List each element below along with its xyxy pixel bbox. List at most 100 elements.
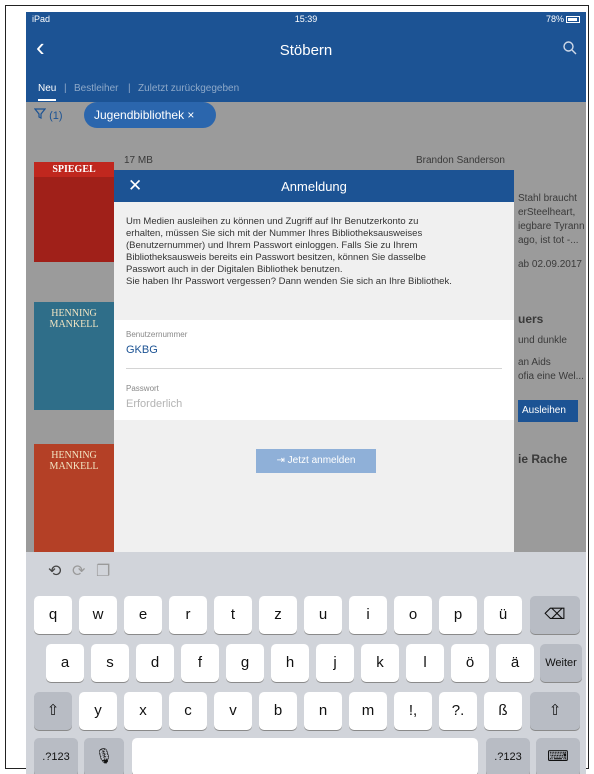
- info-line: erhalten, müssen Sie sich mit der Nummer…: [126, 228, 423, 239]
- key[interactable]: k: [361, 644, 399, 682]
- key[interactable]: a: [46, 644, 84, 682]
- ipad-screen: iPad 15:39 78% ‹ Stöbern Neu | Bestleihe…: [26, 12, 586, 774]
- key[interactable]: !,: [394, 692, 432, 730]
- keyboard-shortcut-bar: ⟲ ⟳ ❐: [26, 552, 586, 588]
- book-cover[interactable]: HENNING MANKELL: [34, 302, 114, 410]
- page-title: Stöbern: [279, 42, 333, 59]
- login-fields: Benutzernummer GKBG Passwort Erforderlic…: [114, 320, 514, 420]
- status-time: 15:39: [294, 14, 318, 24]
- key[interactable]: ?.: [439, 692, 477, 730]
- key[interactable]: y: [79, 692, 117, 730]
- status-bar: iPad 15:39 78%: [26, 12, 586, 26]
- numbers-key[interactable]: .?123: [34, 738, 78, 774]
- item-date: ab 02.09.2017: [518, 259, 582, 270]
- redo-icon[interactable]: ⟳: [72, 561, 85, 581]
- filter-toggle[interactable]: (1): [33, 108, 63, 122]
- key[interactable]: u: [304, 596, 342, 634]
- key[interactable]: o: [394, 596, 432, 634]
- keyboard-hide-icon[interactable]: ⌨: [536, 738, 580, 774]
- key[interactable]: e: [124, 596, 162, 634]
- key[interactable]: ü: [484, 596, 522, 634]
- desc-line: Stahl braucht: [518, 193, 577, 204]
- onscreen-keyboard: ⟲ ⟳ ❐ q w e r t z u i o p ü ⌫ a s d f g …: [26, 552, 586, 774]
- password-field[interactable]: Erforderlich: [126, 398, 182, 410]
- key[interactable]: c: [169, 692, 207, 730]
- desc-line: ofia eine Wel...: [518, 371, 584, 382]
- key[interactable]: q: [34, 596, 72, 634]
- key[interactable]: g: [226, 644, 264, 682]
- login-button-label: Jetzt anmelden: [287, 455, 356, 466]
- cover-title: HENNING MANKELL: [49, 308, 99, 330]
- dialog-header: ✕ Anmeldung: [114, 170, 514, 202]
- field-divider: [126, 368, 502, 369]
- key[interactable]: t: [214, 596, 252, 634]
- user-number-field[interactable]: GKBG: [126, 344, 158, 356]
- backspace-icon[interactable]: ⌫: [530, 596, 580, 634]
- desc-line: und dunkle: [518, 335, 567, 346]
- numbers-key[interactable]: .?123: [486, 738, 530, 774]
- search-icon[interactable]: [562, 40, 578, 56]
- key[interactable]: w: [79, 596, 117, 634]
- key[interactable]: ö: [451, 644, 489, 682]
- key[interactable]: h: [271, 644, 309, 682]
- shift-icon[interactable]: ⇧: [530, 692, 580, 730]
- key[interactable]: r: [169, 596, 207, 634]
- item-description: Stahl braucht erSteelheart, iegbare Tyra…: [518, 192, 585, 248]
- tab-bestleiher[interactable]: Bestleiher: [74, 83, 118, 94]
- key[interactable]: d: [136, 644, 174, 682]
- battery-icon: [566, 16, 580, 23]
- item-title: uers: [518, 312, 544, 326]
- desc-line: erSteelheart,: [518, 207, 576, 218]
- battery-percent: 78%: [545, 14, 564, 24]
- return-key[interactable]: Weiter: [540, 644, 582, 682]
- key[interactable]: m: [349, 692, 387, 730]
- key[interactable]: v: [214, 692, 252, 730]
- key[interactable]: n: [304, 692, 342, 730]
- cover-title: HENNING MANKELL: [49, 450, 99, 472]
- undo-icon[interactable]: ⟲: [48, 561, 61, 581]
- tab-zuletzt-zurueckgegeben[interactable]: Zuletzt zurückgegeben: [138, 83, 239, 94]
- info-line: Sie haben Ihr Passwort vergessen? Dann w…: [126, 276, 452, 287]
- key[interactable]: s: [91, 644, 129, 682]
- key[interactable]: l: [406, 644, 444, 682]
- item-author: Brandon Sanderson: [416, 155, 505, 166]
- tab-neu[interactable]: Neu: [38, 83, 57, 101]
- key[interactable]: x: [124, 692, 162, 730]
- book-cover[interactable]: HENNING MANKELL: [34, 444, 114, 552]
- item-meta: 17 MB: [124, 155, 153, 166]
- key[interactable]: i: [349, 596, 387, 634]
- borrow-button[interactable]: Ausleihen: [518, 400, 578, 422]
- tab-separator: |: [128, 83, 131, 94]
- filter-icon: [33, 108, 47, 119]
- key[interactable]: j: [316, 644, 354, 682]
- key[interactable]: b: [259, 692, 297, 730]
- login-button[interactable]: ⇥ Jetzt anmelden: [256, 449, 376, 473]
- password-label: Passwort: [126, 384, 159, 393]
- login-dialog: ✕ Anmeldung Um Medien ausleihen zu könne…: [114, 170, 514, 560]
- filter-chip-jugendbibliothek[interactable]: Jugendbibliothek ×: [84, 102, 216, 128]
- space-key[interactable]: [132, 738, 478, 774]
- microphone-icon[interactable]: 🎙: [84, 738, 124, 774]
- desc-line: iegbare Tyrann: [518, 221, 585, 232]
- battery-status: 78%: [546, 14, 580, 24]
- key[interactable]: p: [439, 596, 477, 634]
- key[interactable]: f: [181, 644, 219, 682]
- key[interactable]: ß: [484, 692, 522, 730]
- filter-count: (1): [49, 110, 63, 122]
- shift-icon[interactable]: ⇧: [34, 692, 72, 730]
- key[interactable]: z: [259, 596, 297, 634]
- info-line: Bibliotheksausweis bereits ein Passwort …: [126, 252, 426, 263]
- tab-separator: |: [64, 83, 67, 94]
- item-description: und dunkle an Aids ofia eine Wel...: [518, 334, 584, 384]
- user-number-label: Benutzernummer: [126, 330, 188, 339]
- dialog-title: Anmeldung: [281, 179, 347, 194]
- nav-bar: ‹ Stöbern: [26, 26, 586, 76]
- screenshot-frame: iPad 15:39 78% ‹ Stöbern Neu | Bestleihe…: [5, 5, 589, 774]
- info-line: Passwort auch in der Digitalen Bibliothe…: [126, 264, 343, 275]
- paste-icon[interactable]: ❐: [96, 561, 110, 581]
- cover-title: SPIEGEL: [34, 162, 114, 177]
- book-cover[interactable]: SPIEGEL: [34, 162, 114, 262]
- desc-line: ago, ist tot -...: [518, 235, 579, 246]
- desc-line: an Aids: [518, 357, 551, 368]
- key[interactable]: ä: [496, 644, 534, 682]
